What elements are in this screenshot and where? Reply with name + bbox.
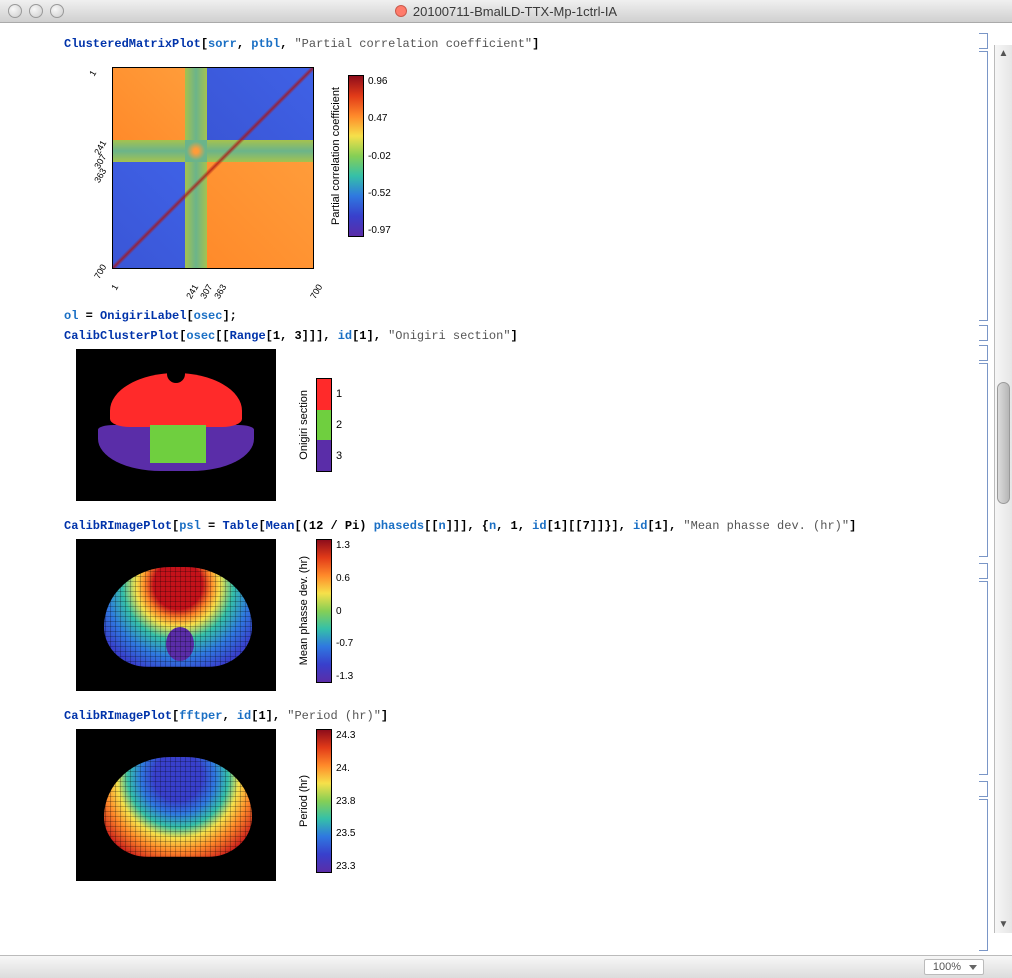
- scroll-down-arrow-icon[interactable]: ▼: [995, 916, 1012, 933]
- zoom-select[interactable]: 100%: [924, 959, 984, 975]
- cell-bracket[interactable]: [979, 581, 988, 775]
- legend: Onigiri section 1 2 3: [298, 378, 342, 472]
- cb-tick: 0.96: [368, 76, 391, 87]
- cb-tick: 1.3: [336, 540, 353, 551]
- phase-dev-plot: Mean phasse dev. (hr) 1.3 0.6 0 -0.7 -1.…: [76, 539, 978, 691]
- colorbar: Mean phasse dev. (hr) 1.3 0.6 0 -0.7 -1.…: [298, 539, 353, 683]
- colorbar-ticks: 1.3 0.6 0 -0.7 -1.3: [336, 540, 353, 682]
- colorbar-strip: [316, 729, 332, 873]
- cell-bracket[interactable]: [979, 799, 988, 951]
- cell-bracket[interactable]: [979, 781, 988, 797]
- legend-label: Onigiri section: [298, 390, 310, 460]
- x-tick: 241: [184, 283, 200, 301]
- cell-brackets: [976, 23, 988, 923]
- scroll-up-arrow-icon[interactable]: ▲: [995, 45, 1012, 62]
- cb-tick: 23.5: [336, 828, 355, 839]
- unsaved-indicator-icon: [395, 5, 407, 17]
- x-tick: 1: [109, 283, 120, 292]
- phase-image: [76, 539, 276, 691]
- clustered-matrix-plot: 1 241 307 363 700 1 241 307 363 700: [76, 57, 978, 291]
- output-cell: Mean phasse dev. (hr) 1.3 0.6 0 -0.7 -1.…: [76, 539, 978, 691]
- y-tick: 700: [92, 263, 108, 281]
- input-cell[interactable]: ol = OnigiriLabel[osec];: [64, 309, 978, 323]
- notebook[interactable]: ClusteredMatrixPlot[sorr, ptbl, "Partial…: [0, 23, 1012, 955]
- matrix-heatmap: 1 241 307 363 700 1 241 307 363 700: [112, 67, 314, 269]
- input-cell[interactable]: CalibClusterPlot[osec[[Range[1, 3]]], id…: [64, 329, 978, 343]
- cluster-image: [76, 349, 276, 501]
- colorbar-label: Mean phasse dev. (hr): [298, 556, 310, 665]
- cell-bracket[interactable]: [979, 51, 988, 321]
- input-cell[interactable]: ClusteredMatrixPlot[sorr, ptbl, "Partial…: [64, 37, 978, 51]
- cell-bracket[interactable]: [979, 345, 988, 361]
- cb-tick: 23.8: [336, 796, 355, 807]
- y-tick: 363: [92, 167, 108, 185]
- zoom-value: 100%: [933, 961, 961, 973]
- input-cell[interactable]: CalibRImagePlot[psl = Table[Mean[(12 / P…: [64, 519, 978, 533]
- period-image: [76, 729, 276, 881]
- colorbar: Period (hr) 24.3 24. 23.8 23.5 23.3: [298, 729, 355, 873]
- cell-bracket[interactable]: [979, 363, 988, 557]
- input-cell[interactable]: CalibRImagePlot[fftper, id[1], "Period (…: [64, 709, 978, 723]
- output-cell: Period (hr) 24.3 24. 23.8 23.5 23.3: [76, 729, 978, 881]
- colorbar-label: Period (hr): [298, 775, 310, 827]
- onigiri-cluster-plot: Onigiri section 1 2 3: [76, 349, 978, 501]
- window-title-text: 20100711-BmalLD-TTX-Mp-1ctrl-IA: [413, 4, 617, 19]
- colorbar-strip: [348, 75, 364, 237]
- window-title: 20100711-BmalLD-TTX-Mp-1ctrl-IA: [0, 4, 1012, 19]
- notebook-inner: ClusteredMatrixPlot[sorr, ptbl, "Partial…: [0, 23, 1012, 907]
- colorbar-ticks: 0.96 0.47 -0.02 -0.52 -0.97: [368, 76, 391, 236]
- colorbar-label: Partial correlation coefficient: [330, 87, 342, 225]
- cb-tick: -0.02: [368, 151, 391, 162]
- x-tick: 700: [308, 283, 324, 301]
- vertical-scrollbar[interactable]: ▲ ▼: [994, 45, 1012, 933]
- cb-tick: 0.6: [336, 573, 353, 584]
- cb-tick: 24.: [336, 763, 355, 774]
- x-tick: 363: [212, 283, 228, 301]
- colorbar-strip: [316, 539, 332, 683]
- colorbar-ticks: 24.3 24. 23.8 23.5 23.3: [336, 730, 355, 872]
- cb-tick: -1.3: [336, 671, 353, 682]
- cell-bracket[interactable]: [979, 325, 988, 341]
- output-cell: Onigiri section 1 2 3: [76, 349, 978, 501]
- cb-tick: -0.52: [368, 188, 391, 199]
- cb-tick: 24.3: [336, 730, 355, 741]
- cb-tick: 0: [336, 606, 353, 617]
- colorbar: Partial correlation coefficient 0.96 0.4…: [330, 75, 391, 237]
- output-cell: 1 241 307 363 700 1 241 307 363 700: [76, 57, 978, 291]
- legend-ticks: 1 2 3: [336, 379, 342, 471]
- scroll-thumb[interactable]: [997, 382, 1010, 504]
- titlebar: 20100711-BmalLD-TTX-Mp-1ctrl-IA: [0, 0, 1012, 23]
- y-tick: 1: [87, 69, 98, 78]
- x-tick: 307: [198, 283, 214, 301]
- cell-bracket[interactable]: [979, 563, 988, 579]
- legend-item: 1: [336, 388, 342, 400]
- cb-tick: -0.97: [368, 225, 391, 236]
- legend-item: 3: [336, 450, 342, 462]
- legend-swatch: [316, 378, 332, 472]
- content-area: ClusteredMatrixPlot[sorr, ptbl, "Partial…: [0, 23, 1012, 955]
- mathematica-window: 20100711-BmalLD-TTX-Mp-1ctrl-IA Clustere…: [0, 0, 1012, 978]
- legend-item: 2: [336, 419, 342, 431]
- cb-tick: -0.7: [336, 638, 353, 649]
- cb-tick: 23.3: [336, 861, 355, 872]
- cb-tick: 0.47: [368, 113, 391, 124]
- cell-bracket[interactable]: [979, 33, 988, 49]
- statusbar: 100%: [0, 955, 1012, 978]
- period-plot: Period (hr) 24.3 24. 23.8 23.5 23.3: [76, 729, 978, 881]
